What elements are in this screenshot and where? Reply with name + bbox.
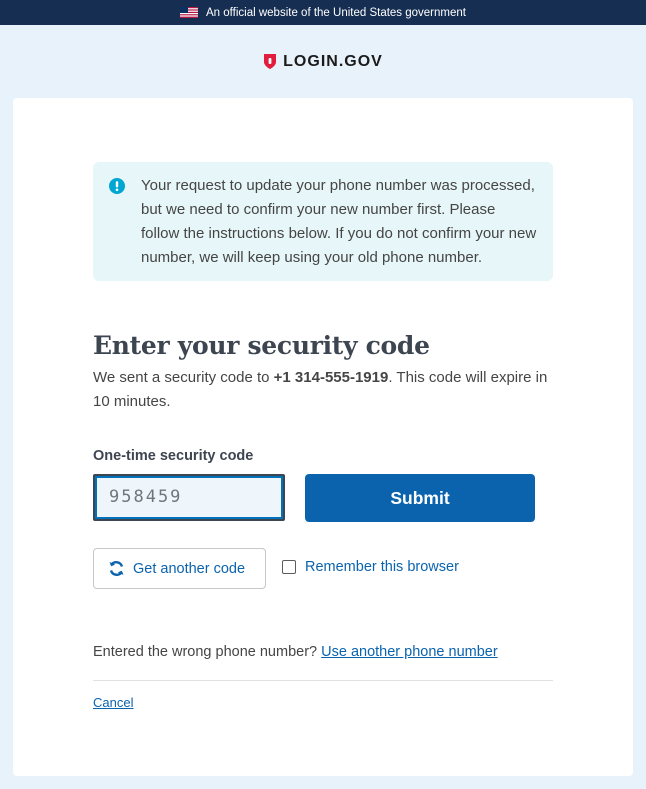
submit-button[interactable]: Submit xyxy=(305,474,535,522)
page-title: Enter your security code xyxy=(93,331,430,360)
logo-text: LOGIN.GOV xyxy=(283,52,383,70)
info-alert: Your request to update your phone number… xyxy=(93,162,553,281)
remember-browser-label[interactable]: Remember this browser xyxy=(305,559,459,575)
cancel-link[interactable]: Cancel xyxy=(93,695,133,710)
code-description: We sent a security code to +1 314-555-19… xyxy=(93,366,553,414)
main-card: Your request to update your phone number… xyxy=(13,98,633,776)
remember-browser[interactable]: Remember this browser xyxy=(282,559,459,575)
info-exclamation-icon xyxy=(109,178,125,194)
gov-banner: An official website of the United States… xyxy=(0,0,646,25)
wrong-number-text: Entered the wrong phone number? xyxy=(93,644,318,660)
gov-banner-text: An official website of the United States… xyxy=(206,6,466,19)
security-code-input[interactable]: 958459 xyxy=(93,474,285,521)
remember-browser-checkbox[interactable] xyxy=(282,560,296,574)
wrong-number-row: Entered the wrong phone number? Use anot… xyxy=(93,644,553,660)
logo[interactable]: LOGIN.GOV xyxy=(263,53,383,71)
alert-message: Your request to update your phone number… xyxy=(141,177,537,266)
get-another-code-button[interactable]: Get another code xyxy=(93,548,266,589)
use-another-phone-link[interactable]: Use another phone number xyxy=(321,644,498,660)
divider xyxy=(93,680,553,681)
phone-number: +1 314-555-1919 xyxy=(273,369,389,386)
shield-lock-icon xyxy=(264,54,277,69)
header: LOGIN.GOV xyxy=(0,25,646,98)
code-field-label: One-time security code xyxy=(93,448,254,464)
us-flag-icon xyxy=(180,7,199,18)
desc-prefix: We sent a security code to xyxy=(93,369,274,386)
get-another-code-label: Get another code xyxy=(133,560,246,577)
refresh-icon xyxy=(109,561,124,576)
